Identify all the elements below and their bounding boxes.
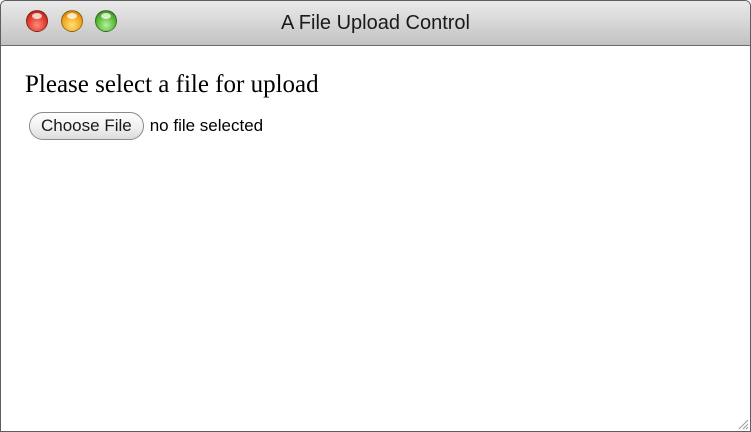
upload-prompt: Please select a file for upload — [25, 71, 319, 98]
title-bar[interactable]: A File Upload Control — [1, 1, 750, 46]
choose-file-button[interactable]: Choose File — [29, 112, 144, 140]
browser-window: A File Upload Control Please select a fi… — [0, 0, 751, 432]
page-content: Please select a file for upload Choose F… — [1, 46, 750, 431]
window-title: A File Upload Control — [281, 12, 470, 34]
resize-grip-icon[interactable] — [737, 418, 749, 430]
file-status-text: no file selected — [149, 116, 264, 135]
file-upload-control: Choose File no file selected — [29, 112, 263, 140]
